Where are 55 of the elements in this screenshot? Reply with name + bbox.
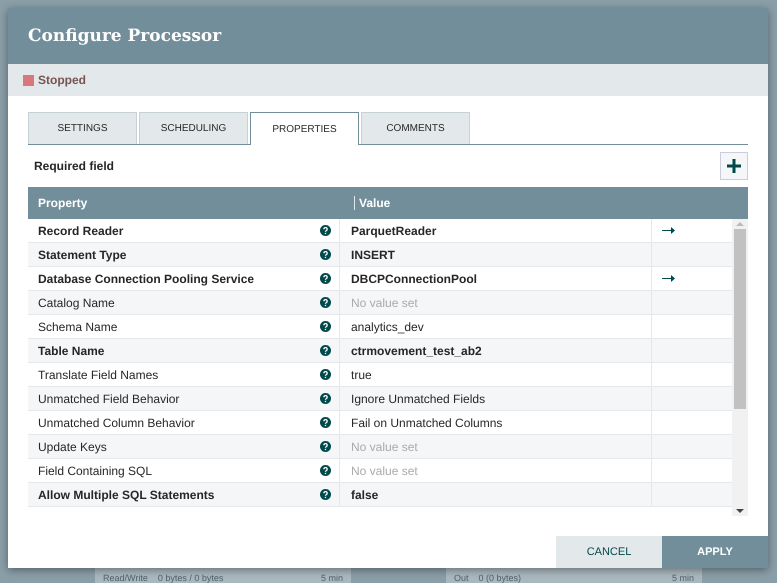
help-icon[interactable] — [320, 225, 331, 236]
property-value[interactable]: ParquetReader — [351, 224, 436, 238]
plus-icon — [727, 159, 741, 173]
property-name: Update Keys — [38, 440, 107, 454]
help-icon[interactable] — [320, 417, 331, 428]
help-icon[interactable] — [320, 465, 331, 476]
property-name: Unmatched Field Behavior — [38, 392, 180, 406]
stat-value: 0 bytes / 0 bytes — [158, 573, 224, 583]
stat-value: 0 (0 bytes) — [478, 573, 522, 583]
tab[interactable]: SCHEDULING — [139, 112, 248, 144]
property-name: Table Name — [38, 344, 104, 358]
tab[interactable]: SETTINGS — [28, 112, 137, 144]
stat-label: Read/Write — [103, 573, 148, 583]
stat-label: Out — [454, 573, 469, 583]
stat-time: 5 min — [320, 573, 343, 583]
property-name: Allow Multiple SQL Statements — [38, 488, 214, 502]
tab[interactable]: PROPERTIES — [250, 112, 359, 145]
property-name: Database Connection Pooling Service — [38, 272, 254, 286]
arrow-right-icon[interactable] — [662, 275, 675, 282]
help-icon[interactable] — [320, 273, 331, 284]
help-icon[interactable] — [320, 345, 331, 356]
help-icon[interactable] — [320, 249, 331, 260]
tab[interactable]: COMMENTS — [361, 112, 470, 144]
property-value[interactable]: false — [351, 488, 378, 502]
status-label: Stopped — [38, 73, 86, 87]
property-value[interactable]: DBCPConnectionPool — [351, 272, 477, 286]
required-note: Required field — [34, 159, 114, 173]
property-value[interactable]: Ignore Unmatched Fields — [351, 392, 486, 406]
scrollbar-thumb[interactable] — [734, 229, 746, 409]
property-name: Unmatched Column Behavior — [38, 416, 195, 430]
help-icon[interactable] — [320, 297, 331, 308]
arrow-right-icon[interactable] — [662, 227, 675, 234]
column-header: Value — [358, 196, 390, 210]
help-icon[interactable] — [320, 441, 331, 452]
property-value[interactable]: ctrmovement_test_ab2 — [351, 344, 482, 358]
property-value[interactable]: true — [351, 368, 372, 382]
dialog-title: Configure Processor — [28, 26, 222, 46]
property-name: Translate Field Names — [38, 368, 158, 382]
stat-time: 5 min — [672, 573, 694, 583]
help-icon[interactable] — [320, 393, 331, 404]
cancel-button[interactable]: CANCEL — [556, 536, 662, 568]
scrollbar[interactable] — [732, 219, 748, 516]
property-value[interactable]: Fail on Unmatched Columns — [351, 416, 502, 430]
add-property-button[interactable] — [720, 152, 748, 180]
help-icon[interactable] — [320, 369, 331, 380]
help-icon[interactable] — [320, 489, 331, 500]
property-name: Field Containing SQL — [38, 464, 152, 478]
help-icon[interactable] — [320, 321, 331, 332]
property-name: Statement Type — [38, 248, 126, 262]
property-value[interactable]: INSERT — [351, 248, 396, 262]
property-name: Schema Name — [38, 320, 118, 334]
property-name: Catalog Name — [38, 296, 115, 310]
property-name: Record Reader — [38, 224, 124, 238]
column-header: Property — [28, 196, 355, 210]
property-value[interactable]: analytics_dev — [351, 320, 424, 334]
